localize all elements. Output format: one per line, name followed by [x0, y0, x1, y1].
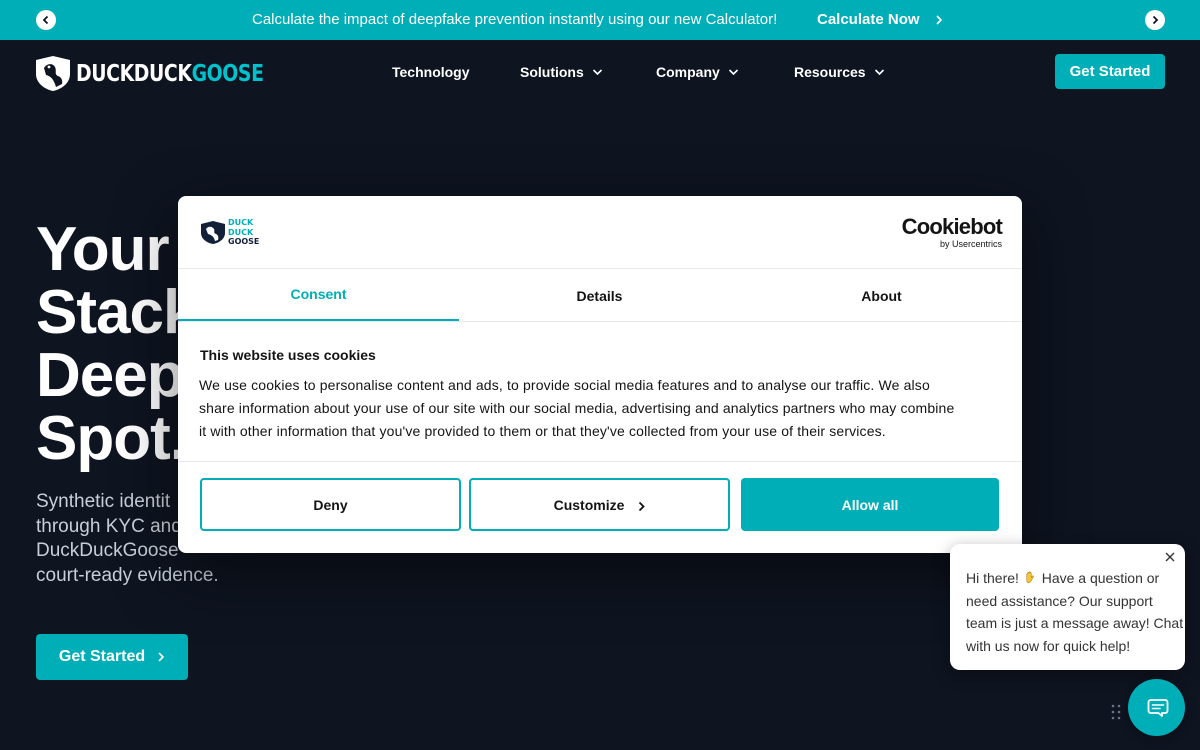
- allow-all-button[interactable]: Allow all: [741, 478, 999, 531]
- announcement-next-button[interactable]: [1145, 10, 1165, 30]
- dialog-logo-word: DUCK: [228, 218, 254, 227]
- logo-text-part1: DUCKDUCK: [76, 61, 192, 87]
- announcement-text: Calculate the impact of deepfake prevent…: [252, 11, 778, 28]
- dialog-logo: DUCK DUCK GOOSE: [200, 218, 259, 248]
- chat-line: Hi there! Have a question or: [966, 567, 1178, 590]
- chat-greeting-rest: Have a question or: [1041, 570, 1160, 586]
- get-started-button[interactable]: Get Started: [1055, 54, 1165, 89]
- cookie-body-text: We use cookies to personalise content an…: [199, 374, 1005, 443]
- hero-cta-label: Get Started: [58, 648, 146, 665]
- nav-label: Company: [656, 64, 720, 80]
- tab-details[interactable]: Details: [459, 269, 740, 322]
- dialog-logo-word: GOOSE: [228, 237, 260, 246]
- tab-consent[interactable]: Consent: [178, 269, 459, 322]
- hero-get-started-button[interactable]: Get Started: [36, 634, 188, 680]
- chevron-down-icon: [592, 69, 602, 76]
- deny-button[interactable]: Deny: [200, 478, 461, 531]
- cookie-consent-dialog: DUCK DUCK GOOSE Cookiebot by Usercentric…: [178, 196, 1022, 553]
- dialog-logo-word: DUCK: [228, 227, 254, 237]
- chat-bubbles-icon: [1147, 698, 1168, 717]
- hero-subtitle-line: court-ready evidence.: [36, 565, 219, 587]
- announcement-prev-button[interactable]: [36, 10, 56, 30]
- cookie-heading: This website uses cookies: [200, 347, 376, 363]
- hero-title-line: Deep: [36, 341, 185, 410]
- calculate-now-link[interactable]: Calculate Now: [817, 11, 920, 28]
- chevron-left-icon: [42, 15, 49, 25]
- chat-launcher-button[interactable]: [1128, 679, 1185, 736]
- hero-title-line: Stack: [36, 278, 197, 347]
- logo-wordmark[interactable]: DUCKDUCKGOOSE: [76, 61, 264, 87]
- cookiebot-by: by Usercentrics: [939, 239, 1002, 249]
- duck-shield-logo-icon[interactable]: [34, 54, 72, 92]
- cookiebot-logo[interactable]: Cookiebot by Usercentrics: [901, 214, 1003, 250]
- chat-greeting-text: Hi there! Have a question or need assist…: [966, 567, 1184, 657]
- chevron-right-icon: [639, 501, 646, 511]
- hero-title-line: Your: [36, 215, 170, 284]
- nav-label: Technology: [392, 64, 470, 80]
- drag-handle-icon[interactable]: [1110, 703, 1122, 721]
- nav-company[interactable]: Company: [656, 64, 739, 80]
- dialog-logo-wordmark: DUCK DUCK GOOSE: [228, 218, 259, 247]
- waving-hand-icon: [1026, 571, 1034, 584]
- cookie-body-line: share information about your use of our …: [199, 400, 955, 416]
- nav-technology[interactable]: Technology: [392, 64, 470, 80]
- deny-label: Deny: [313, 496, 348, 513]
- chevron-down-icon: [874, 69, 884, 76]
- cookie-body-line: We use cookies to personalise content an…: [199, 377, 930, 393]
- nav-solutions[interactable]: Solutions: [520, 64, 603, 80]
- divider: [178, 461, 1022, 462]
- hero-title-line: Spot.: [36, 404, 187, 473]
- chevron-down-icon: [728, 69, 738, 76]
- site-header: DUCKDUCKGOOSE Technology Solutions Compa…: [0, 40, 1200, 106]
- nav-label: Resources: [794, 64, 866, 80]
- nav-resources[interactable]: Resources: [794, 64, 885, 80]
- customize-button[interactable]: Customize: [469, 478, 730, 531]
- hero-title: Your Stack Deep Spot.: [36, 215, 197, 473]
- chat-line: team is just a message away! Chat: [966, 615, 1184, 631]
- nav-label: Solutions: [520, 64, 584, 80]
- chat-line: with us now for quick help!: [966, 637, 1131, 654]
- tab-about[interactable]: About: [741, 269, 1022, 322]
- divider: [178, 321, 1022, 322]
- chevron-right-icon: [1152, 15, 1159, 25]
- chat-line: need assistance? Our support: [966, 592, 1153, 609]
- chat-greeting-bubble[interactable]: Hi there! Have a question or need assist…: [950, 544, 1185, 670]
- announcement-bar: Calculate the impact of deepfake prevent…: [0, 0, 1200, 40]
- cookiebot-name: Cookiebot: [901, 214, 1003, 239]
- close-icon[interactable]: [1163, 550, 1177, 564]
- duck-shield-logo-icon: [201, 221, 225, 244]
- chevron-right-icon: [936, 15, 943, 25]
- logo-text-part2: GOOSE: [191, 61, 264, 87]
- chevron-right-icon: [158, 652, 165, 662]
- chat-greeting-start: Hi there!: [966, 570, 1019, 586]
- allow-all-label: Allow all: [841, 496, 899, 513]
- customize-label: Customize: [553, 496, 625, 513]
- cookie-body-line: it with other information that you've pr…: [199, 423, 886, 439]
